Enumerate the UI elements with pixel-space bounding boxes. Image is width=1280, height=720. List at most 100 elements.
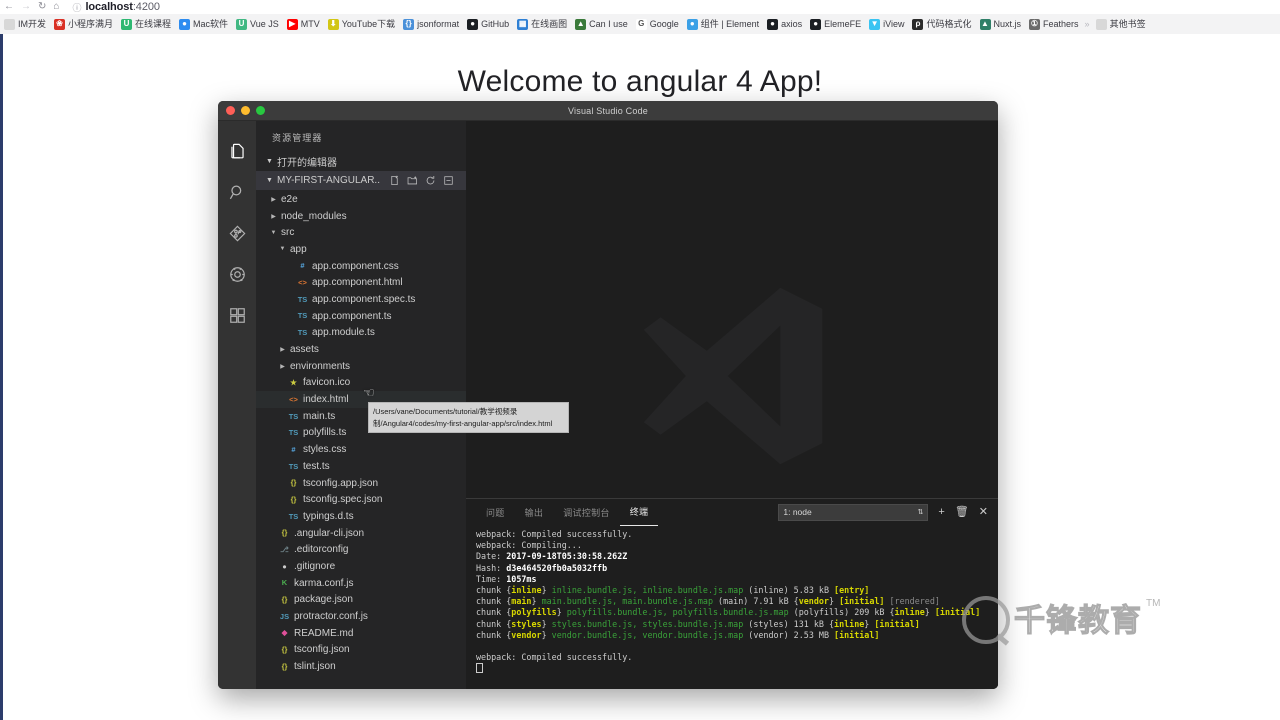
terminal-span: vendor — [511, 629, 542, 640]
tree-item[interactable]: ▶ node_modules — [256, 208, 466, 225]
debug-icon[interactable] — [218, 254, 256, 295]
address-bar[interactable]: ⓘ localhost:4200 — [72, 1, 160, 14]
screenshot-root: ← → ↻ ⌂ ⓘ localhost:4200 IM开发 ❀ 小程序满月 U 在线课程… — [0, 0, 1280, 720]
tree-item[interactable]: {} tsconfig.json — [256, 642, 466, 659]
bookmark-item[interactable]: ρ 代码格式化 — [908, 14, 975, 34]
tab-problems[interactable]: 问题 — [476, 499, 515, 525]
tree-item[interactable]: # app.component.css — [256, 258, 466, 275]
new-file-icon[interactable] — [389, 175, 400, 186]
bookmark-item[interactable]: ▶ MTV — [283, 14, 324, 34]
folder-icon — [4, 18, 15, 30]
terminal-span: Date: — [476, 551, 507, 562]
ts-file-icon: TS — [288, 461, 299, 471]
reload-icon[interactable]: ↻ — [38, 2, 46, 12]
terminal-select[interactable]: 1: node ⇅ — [778, 503, 929, 521]
tree-item[interactable]: ▼ app — [256, 241, 466, 258]
tree-item[interactable]: ▼ src — [256, 224, 466, 241]
bookmark-item[interactable]: ▦ 在线画图 — [513, 14, 571, 34]
search-icon[interactable] — [218, 172, 256, 213]
tree-item-label: .editorconfig — [294, 544, 349, 556]
bookmark-item[interactable]: ▲ Nuxt.js — [976, 14, 1026, 34]
site-icon: ρ — [912, 18, 924, 30]
bookmark-item[interactable]: 其他书签 — [1092, 14, 1150, 34]
bookmark-item[interactable]: ● 组件 | Element — [683, 14, 763, 34]
terminal-span: polyfills — [511, 607, 557, 618]
forward-arrow-icon: → — [21, 1, 31, 12]
bookmark-label: 在线画图 — [531, 18, 568, 29]
tree-item[interactable]: TS app.module.ts — [256, 325, 466, 342]
tree-item[interactable]: TS test.ts — [256, 458, 466, 475]
extensions-icon[interactable] — [218, 295, 256, 336]
bookmark-item[interactable]: ● Mac软件 — [175, 14, 232, 34]
bookmark-item[interactable]: ● ElemeFE — [806, 14, 865, 34]
tree-item[interactable]: Kkarma.conf.js — [256, 575, 466, 592]
bookmark-item[interactable]: ▼ iView — [865, 14, 908, 34]
bookmark-item[interactable]: ● axios — [763, 14, 806, 34]
karma-file-icon: K — [281, 578, 288, 588]
terminal-output[interactable]: webpack: Compiled successfully. webpack: … — [476, 529, 992, 686]
tab-debug-console[interactable]: 调试控制台 — [553, 499, 620, 525]
terminal-span: (polyfills) 209 kB { — [788, 607, 895, 618]
open-editors-section[interactable]: ▼ 打开的编辑器 — [256, 152, 466, 171]
ts-file-icon: TS — [297, 311, 308, 321]
bookmark-item[interactable]: ① Feathers — [1025, 14, 1083, 34]
tree-item[interactable]: TS app.component.ts — [256, 308, 466, 325]
bookmark-item[interactable]: ▲ Can I use — [571, 14, 632, 34]
site-icon: ● — [686, 18, 698, 30]
bookmark-item[interactable]: {} jsonformat — [399, 14, 463, 34]
tree-item[interactable]: <> app.component.html — [256, 274, 466, 291]
explorer-icon[interactable] — [218, 131, 256, 172]
info-circle-icon[interactable]: ⓘ — [72, 1, 81, 14]
tree-item[interactable]: ▶ environments — [256, 358, 466, 375]
tree-item-label: README.md — [294, 627, 354, 639]
tree-item[interactable]: # styles.css — [256, 441, 466, 458]
refresh-icon[interactable] — [425, 175, 436, 186]
tree-item[interactable]: {} tslint.json — [256, 658, 466, 675]
collapse-all-icon[interactable] — [443, 175, 454, 186]
tree-item[interactable]: ⎇ .editorconfig — [256, 541, 466, 558]
source-control-icon[interactable] — [218, 213, 256, 254]
terminal-span: (vendor) 2.53 MB — [743, 629, 835, 640]
close-icon[interactable]: ✕ — [979, 506, 988, 518]
tree-item[interactable]: ★ favicon.ico — [256, 375, 466, 392]
new-folder-icon[interactable] — [407, 175, 418, 186]
plus-icon[interactable]: + — [938, 506, 944, 518]
bookmark-item[interactable]: U 在线课程 — [117, 14, 175, 34]
terminal-span: } — [531, 596, 542, 607]
terminal-span: vendor.bundle.js, vendor.bundle.js.map — [551, 629, 744, 640]
trash-icon[interactable]: 🗑 — [955, 506, 969, 518]
bookmark-overflow[interactable]: » — [1083, 19, 1092, 29]
tree-item[interactable]: ● .gitignore — [256, 558, 466, 575]
bookmark-item[interactable]: G Google — [632, 14, 683, 34]
tree-item[interactable]: ◆ README.md — [256, 625, 466, 642]
tree-item[interactable]: {} .angular-cli.json — [256, 525, 466, 542]
tree-item[interactable]: TS app.component.spec.ts — [256, 291, 466, 308]
terminal-span: } — [828, 596, 840, 607]
terminal-select-value: 1: node — [783, 507, 812, 517]
tree-item[interactable]: TS typings.d.ts — [256, 508, 466, 525]
bookmark-item[interactable]: IM开发 — [0, 14, 50, 34]
home-icon[interactable]: ⌂ — [53, 2, 59, 12]
tab-output[interactable]: 输出 — [515, 499, 554, 525]
bookmark-label: 其他书签 — [1109, 18, 1146, 29]
back-arrow-icon[interactable]: ← — [4, 2, 14, 12]
terminal-span: webpack: Compiled successfully. — [476, 529, 633, 539]
tree-item[interactable]: {} package.json — [256, 592, 466, 609]
chevron-down-icon: ▼ — [270, 229, 277, 236]
tree-item[interactable]: ▶ assets — [256, 341, 466, 358]
terminal-line: Date: 2017-09-18T05:30:58.262Z — [476, 551, 992, 562]
bookmark-item[interactable]: U Vue JS — [232, 14, 283, 34]
tree-item-label: app.component.css — [312, 260, 399, 272]
project-root-section[interactable]: ▼ MY-FIRST-ANGULAR.. — [256, 171, 466, 190]
terminal-span: polyfills.bundle.js, polyfills.bundle.js… — [566, 607, 789, 618]
bookmark-item[interactable]: ● GitHub — [463, 14, 513, 34]
tree-item[interactable]: {} tsconfig.spec.json — [256, 491, 466, 508]
tree-item[interactable]: {} tsconfig.app.json — [256, 475, 466, 492]
tab-terminal[interactable]: 终端 — [619, 499, 659, 526]
tree-item[interactable]: JS protractor.conf.js — [256, 608, 466, 625]
terminal-span: Time: — [476, 573, 507, 584]
download-icon: ⬇ — [327, 18, 339, 30]
bookmark-item[interactable]: ⬇ YouTube下载 — [324, 14, 399, 34]
bookmark-item[interactable]: ❀ 小程序满月 — [50, 14, 117, 34]
tree-item[interactable]: ▶ e2e — [256, 191, 466, 208]
